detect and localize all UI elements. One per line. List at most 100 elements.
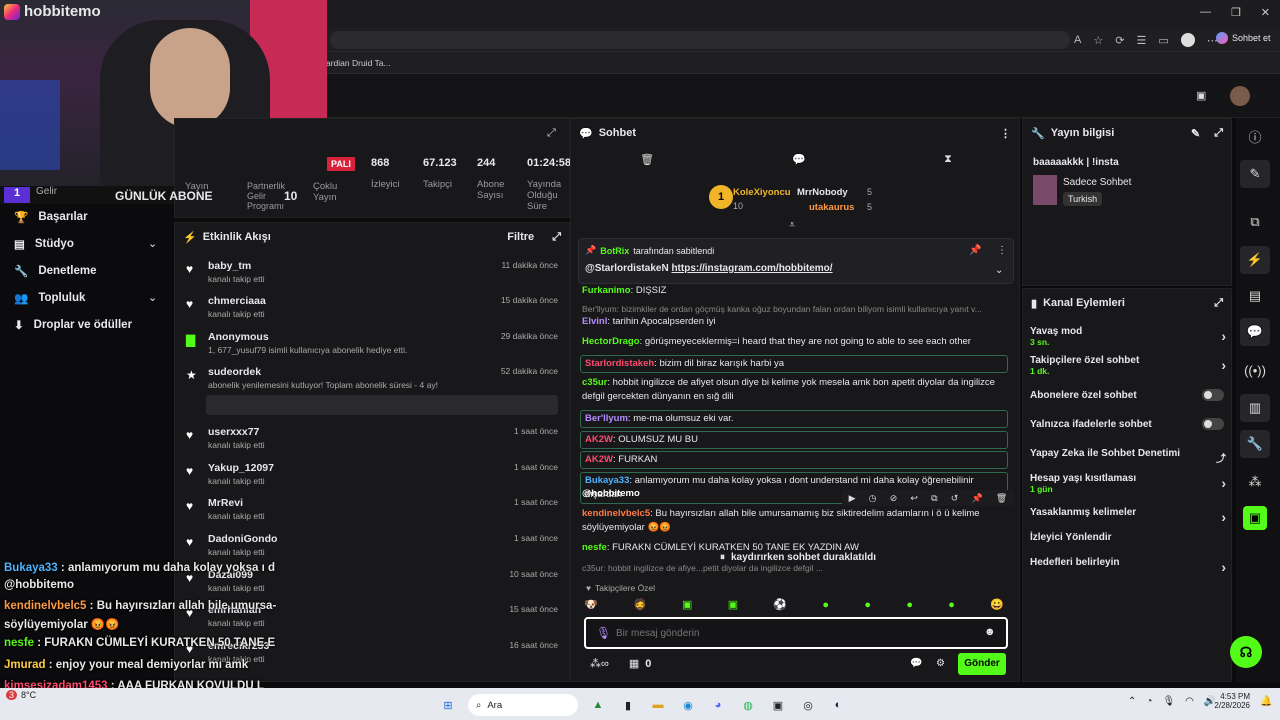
chat-message[interactable]: Elvinl: tarihin Apocalpserden iyi <box>582 315 1010 329</box>
chevron-down-icon[interactable]: ⌄ <box>148 291 157 304</box>
feed-user[interactable]: userxxx77 <box>208 426 558 438</box>
filter-button[interactable]: Filtre <box>507 231 534 243</box>
document-icon[interactable]: ▤ <box>1240 282 1270 310</box>
pinned-link[interactable]: https://instagram.com/hobbitemo/ <box>671 263 832 274</box>
integrations-icon[interactable]: ⁂ <box>1240 468 1270 496</box>
multistream-tab-label[interactable]: Çoklu Yayın <box>313 181 345 203</box>
split-screen-icon[interactable]: ▭ <box>1158 34 1168 47</box>
channel-action-item[interactable]: Yalnızca ifadelerle sohbet <box>1030 419 1226 430</box>
channel-action-item[interactable]: Yasaklanmış kelimeler › <box>1030 507 1226 525</box>
emote-icon[interactable]: ▣ <box>682 598 692 611</box>
chat-message[interactable]: HectorDrago: görüşmeyeceklermiş=i heard … <box>582 335 1010 349</box>
channel-action-item[interactable]: Yapay Zeka ile Sohbet Denetimi ⤴ <box>1030 448 1226 465</box>
popout-icon[interactable]: ⤢ <box>547 127 556 140</box>
broadcast-icon[interactable]: ((•)) <box>1240 356 1270 384</box>
pin-icon[interactable]: 📌 <box>971 493 982 504</box>
task-view-icon[interactable]: ▮ <box>618 695 638 715</box>
channel-action-item[interactable]: Abonelere özel sohbet <box>1030 390 1226 401</box>
subscribers-only-toggle[interactable] <box>1202 389 1224 401</box>
channel-action-item[interactable]: Yavaş mod 3 sn. › <box>1030 326 1226 347</box>
chat-username[interactable]: Starlordistakeh <box>585 358 654 369</box>
more-vertical-icon[interactable]: ⋮ <box>1000 127 1011 140</box>
chat-icon[interactable]: 💬 <box>792 153 806 166</box>
user-avatar[interactable] <box>1230 86 1250 106</box>
chat-message[interactable]: AK2W: FURKAN <box>580 451 1008 469</box>
edge-icon[interactable]: ◉ <box>678 695 698 715</box>
top-gifter-3[interactable]: utakaurus <box>809 202 854 213</box>
file-explorer-icon[interactable]: ▬ <box>648 695 668 715</box>
read-aloud-icon[interactable]: A <box>1074 34 1081 46</box>
timeout-icon[interactable]: ◷ <box>869 493 877 504</box>
chat-username[interactable]: Bukaya33 <box>585 475 629 486</box>
reply-icon[interactable]: ↩ <box>910 493 918 504</box>
chat-username[interactable]: AK2W <box>585 454 613 465</box>
emote-icon[interactable]: ● <box>822 599 829 611</box>
sidebar-item-moderation[interactable]: 🔧 Denetleme <box>14 264 97 278</box>
obs-icon[interactable]: ◎ <box>798 695 818 715</box>
wifi-icon[interactable]: ◠ <box>1185 696 1194 707</box>
clock[interactable]: 4:53 PM 2/28/2026 <box>1208 692 1250 710</box>
gear-icon[interactable]: ⚙ <box>936 658 945 669</box>
pinned-by-user[interactable]: BotRix <box>600 246 629 256</box>
store-icon[interactable]: ▦ <box>629 657 639 670</box>
layout-icon[interactable]: ▥ <box>1240 394 1270 422</box>
ban-icon[interactable]: ⊘ <box>890 493 898 504</box>
discord-icon[interactable]: ◕ <box>708 695 728 715</box>
chat-paused-banner[interactable]: ⏸ kaydırırken sohbet duraklatıldı <box>720 552 876 563</box>
chevron-up-icon[interactable]: ⌃ <box>1128 696 1136 707</box>
widget-app-icon[interactable]: ▲ <box>588 695 608 715</box>
microphone-icon[interactable]: 🎙 <box>1162 696 1175 707</box>
chat-message[interactable]: Furkanimo: DIŞSIZ <box>582 284 1010 298</box>
chat-message[interactable]: AK2W: OLUMSUZ MU BU <box>580 431 1008 449</box>
sidebar-item-studio[interactable]: ▤ Stüdyo <box>14 237 74 251</box>
chat-username[interactable]: @hobbitemo <box>582 488 640 499</box>
more-vertical-icon[interactable]: ⋮ <box>997 245 1007 256</box>
top-gifter-2[interactable]: MrrNobody <box>797 187 848 198</box>
emote-icon[interactable]: ● <box>948 599 955 611</box>
chat-message[interactable]: Ber'llyum: bizimkiler de ordan göçmüş ka… <box>582 302 1010 316</box>
chat-bubble-icon[interactable]: 💬 <box>910 658 922 669</box>
chat-username[interactable]: Furkanimo <box>582 285 631 296</box>
chat-username[interactable]: AK2W <box>585 434 613 445</box>
category-name[interactable]: Sadece Sohbet <box>1063 177 1131 188</box>
steam-icon[interactable]: ◐ <box>828 695 848 715</box>
chat-message[interactable]: kendinelvbelc5: Bu hayırsızları allah bi… <box>582 507 1010 535</box>
emote-icon[interactable]: ● <box>906 599 913 611</box>
profile-avatar[interactable] <box>1180 33 1195 47</box>
popout-icon[interactable]: ⤢ <box>1214 127 1223 140</box>
info-icon[interactable]: ⓘ <box>1240 122 1270 150</box>
collapse-icon[interactable]: ⩡ <box>789 219 795 232</box>
address-input[interactable] <box>330 31 1070 49</box>
chat-username[interactable]: Elvinl <box>582 316 607 327</box>
taskbar-search[interactable]: ⌕ Ara <box>468 694 578 716</box>
chat-message-input[interactable] <box>616 624 976 642</box>
chat-message[interactable]: c35ur: hobbit ingilizce de afiyet olsun … <box>582 376 1010 404</box>
pencil-icon[interactable]: ✎ <box>1240 160 1270 188</box>
emoji-icon[interactable]: ☻ <box>984 626 996 638</box>
popout-icon[interactable]: ⤢ <box>552 231 561 244</box>
feed-user[interactable]: Yakup_12097 <box>208 462 558 474</box>
copilot-button[interactable]: Sohbet et <box>1216 32 1271 44</box>
emote-icon[interactable]: 🐶 <box>584 598 598 611</box>
channel-action-item[interactable]: Takipçilere özel sohbet 1 dk. › <box>1030 355 1226 376</box>
emotes-only-toggle[interactable] <box>1202 418 1224 430</box>
terminal-icon[interactable]: ▣ <box>768 695 788 715</box>
channel-action-item[interactable]: Hesap yaşı kısıtlaması 1 gün › <box>1030 473 1226 494</box>
sidebar-item-drops[interactable]: ⬇ Droplar ve ödüller <box>14 318 132 332</box>
windows-start-icon[interactable]: ⊞ <box>438 695 458 715</box>
spotify-icon[interactable]: ◍ <box>738 695 758 715</box>
hourglass-icon[interactable]: ⧗ <box>944 153 952 166</box>
channel-action-item[interactable]: Hedefleri belirleyin › <box>1030 557 1226 575</box>
feed-user[interactable]: DadoniGondo <box>208 533 558 545</box>
sidebar-item-achievements[interactable]: 🏆 Başarılar <box>14 210 88 224</box>
notification-bell-icon[interactable]: 🔔 <box>1260 696 1272 707</box>
play-icon[interactable]: ▶ <box>849 493 856 504</box>
chat-message[interactable]: c35ur: hobbit ingilizce de afiye...petit… <box>582 561 1010 575</box>
minimize-button[interactable]: — <box>1200 6 1211 19</box>
send-button[interactable]: Gönder <box>958 653 1006 675</box>
bolt-icon[interactable]: ⚡ <box>1240 246 1270 274</box>
creator-icon[interactable]: ▣ <box>1196 89 1206 102</box>
chat-username[interactable]: kendinelvbelc5 <box>582 508 650 519</box>
chat-username[interactable]: Ber'llyum <box>585 413 628 424</box>
feed-user[interactable]: MrRevi <box>208 497 558 509</box>
